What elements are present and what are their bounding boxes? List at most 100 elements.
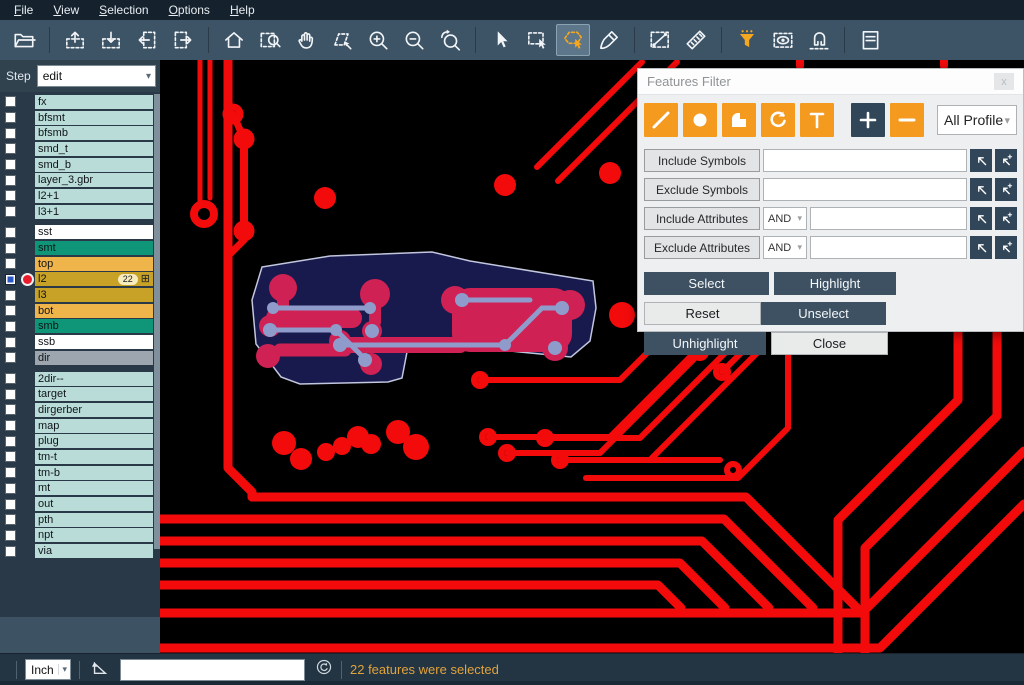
layer-name[interactable]: top <box>35 257 153 271</box>
surface-tool-button[interactable] <box>722 103 756 137</box>
layer-name[interactable]: smb <box>35 319 153 333</box>
include-attributes-operator-select[interactable]: AND▾ <box>763 207 807 230</box>
panel-up-button[interactable] <box>58 24 92 56</box>
snap-magnet-button[interactable] <box>802 24 836 56</box>
layer-name[interactable]: bot <box>35 304 153 318</box>
layer-visibility-checkbox[interactable] <box>5 514 16 525</box>
layer-name[interactable]: smd_t <box>35 142 153 156</box>
layer-name[interactable]: via <box>35 544 153 558</box>
layer-name[interactable]: l3 <box>35 288 153 302</box>
layer-name[interactable]: smd_b <box>35 158 153 172</box>
include-attributes-button[interactable]: Include Attributes <box>644 207 760 230</box>
layer-name[interactable]: bfsmb <box>35 126 153 140</box>
layer-name[interactable]: mt <box>35 481 153 495</box>
include-attributes-pick-add-button[interactable] <box>995 207 1017 230</box>
measure-distance-button[interactable] <box>643 24 677 56</box>
layer-name[interactable]: smt <box>35 241 153 255</box>
layer-name[interactable]: target <box>35 387 153 401</box>
zoom-out-button[interactable] <box>397 24 431 56</box>
layer-visibility-checkbox[interactable] <box>5 96 16 107</box>
layer-name[interactable]: l222⊞ <box>35 272 153 286</box>
exclude-symbols-input[interactable] <box>763 178 967 201</box>
layer-name[interactable]: tm-b <box>35 466 153 480</box>
pan-hand-button[interactable] <box>289 24 323 56</box>
home-button[interactable] <box>217 24 251 56</box>
layer-name[interactable]: sst <box>35 225 153 239</box>
exclude-attributes-button[interactable]: Exclude Attributes <box>644 236 760 259</box>
unhighlight-button[interactable]: Unhighlight <box>644 332 766 355</box>
layer-visibility-checkbox[interactable] <box>5 483 16 494</box>
select-cursor-button[interactable] <box>484 24 518 56</box>
layer-name[interactable]: tm-t <box>35 450 153 464</box>
layer-visibility-checkbox[interactable] <box>5 451 16 462</box>
layer-name[interactable]: 2dir-- <box>35 372 153 386</box>
exclude-attributes-pick-add-button[interactable] <box>995 236 1017 259</box>
grid-icon[interactable]: ⊞ <box>141 274 150 285</box>
select-button[interactable]: Select <box>644 272 769 295</box>
layer-visibility-checkbox[interactable] <box>5 274 16 285</box>
layer-visibility-checkbox[interactable] <box>5 143 16 154</box>
layer-visibility-checkbox[interactable] <box>5 499 16 510</box>
include-symbols-pick-button[interactable] <box>970 149 992 172</box>
layer-name[interactable]: layer_3.gbr <box>35 173 153 187</box>
menu-file[interactable]: File <box>4 1 43 19</box>
include-symbols-button[interactable]: Include Symbols <box>644 149 760 172</box>
layer-visibility-checkbox[interactable] <box>5 404 16 415</box>
exclude-symbols-pick-add-button[interactable] <box>995 178 1017 201</box>
close-button[interactable]: Close <box>771 332 888 355</box>
include-attributes-pick-button[interactable] <box>970 207 992 230</box>
menu-view[interactable]: View <box>43 1 89 19</box>
layer-visibility-checkbox[interactable] <box>5 305 16 316</box>
highlight-button[interactable]: Highlight <box>774 272 896 295</box>
menu-options[interactable]: Options <box>159 1 220 19</box>
layer-visibility-checkbox[interactable] <box>5 352 16 363</box>
zoom-in-button[interactable] <box>361 24 395 56</box>
clear-brush-button[interactable] <box>592 24 626 56</box>
angle-tool-icon[interactable] <box>90 657 110 682</box>
command-input[interactable] <box>120 659 305 681</box>
exclude-attributes-operator-select[interactable]: AND▾ <box>763 236 807 259</box>
unit-select[interactable]: Inch ▾ <box>25 659 71 680</box>
text-tool-button[interactable] <box>800 103 834 137</box>
exclude-attributes-input[interactable] <box>810 236 967 259</box>
layer-visibility-checkbox[interactable] <box>5 258 16 269</box>
layers-panel-button[interactable] <box>853 24 887 56</box>
dialog-close-button[interactable]: x <box>994 73 1014 90</box>
zoom-shape-button[interactable] <box>325 24 359 56</box>
show-selection-button[interactable] <box>766 24 800 56</box>
profile-select[interactable]: All Profile▾ <box>937 105 1017 135</box>
panel-right-button[interactable] <box>166 24 200 56</box>
layer-visibility-checkbox[interactable] <box>5 337 16 348</box>
layer-name[interactable]: out <box>35 497 153 511</box>
line-tool-button[interactable] <box>644 103 678 137</box>
reset-button[interactable]: Reset <box>644 302 761 325</box>
polygon-select-button[interactable] <box>556 24 590 56</box>
rect-select-button[interactable] <box>520 24 554 56</box>
layer-name[interactable]: map <box>35 419 153 433</box>
active-layer-indicator[interactable] <box>23 275 32 284</box>
layer-visibility-checkbox[interactable] <box>5 373 16 384</box>
features-filter-button[interactable] <box>730 24 764 56</box>
layer-visibility-checkbox[interactable] <box>5 243 16 254</box>
include-attributes-input[interactable] <box>810 207 967 230</box>
unselect-button[interactable]: Unselect <box>761 302 886 325</box>
zoom-previous-button[interactable] <box>433 24 467 56</box>
dialog-title-bar[interactable]: Features Filter x <box>638 69 1023 95</box>
menu-selection[interactable]: Selection <box>89 1 158 19</box>
zoom-window-button[interactable] <box>253 24 287 56</box>
remove-filter-button[interactable] <box>890 103 924 137</box>
panel-left-button[interactable] <box>130 24 164 56</box>
layer-name[interactable]: plug <box>35 434 153 448</box>
ruler-button[interactable] <box>679 24 713 56</box>
layer-visibility-checkbox[interactable] <box>5 420 16 431</box>
menu-help[interactable]: Help <box>220 1 265 19</box>
layer-name[interactable]: l2+1 <box>35 189 153 203</box>
layer-name[interactable]: l3+1 <box>35 205 153 219</box>
layer-name[interactable]: pth <box>35 513 153 527</box>
layer-visibility-checkbox[interactable] <box>5 467 16 478</box>
layer-visibility-checkbox[interactable] <box>5 175 16 186</box>
include-symbols-input[interactable] <box>763 149 967 172</box>
panel-down-button[interactable] <box>94 24 128 56</box>
add-filter-button[interactable] <box>851 103 885 137</box>
layer-name[interactable]: dirgerber <box>35 403 153 417</box>
